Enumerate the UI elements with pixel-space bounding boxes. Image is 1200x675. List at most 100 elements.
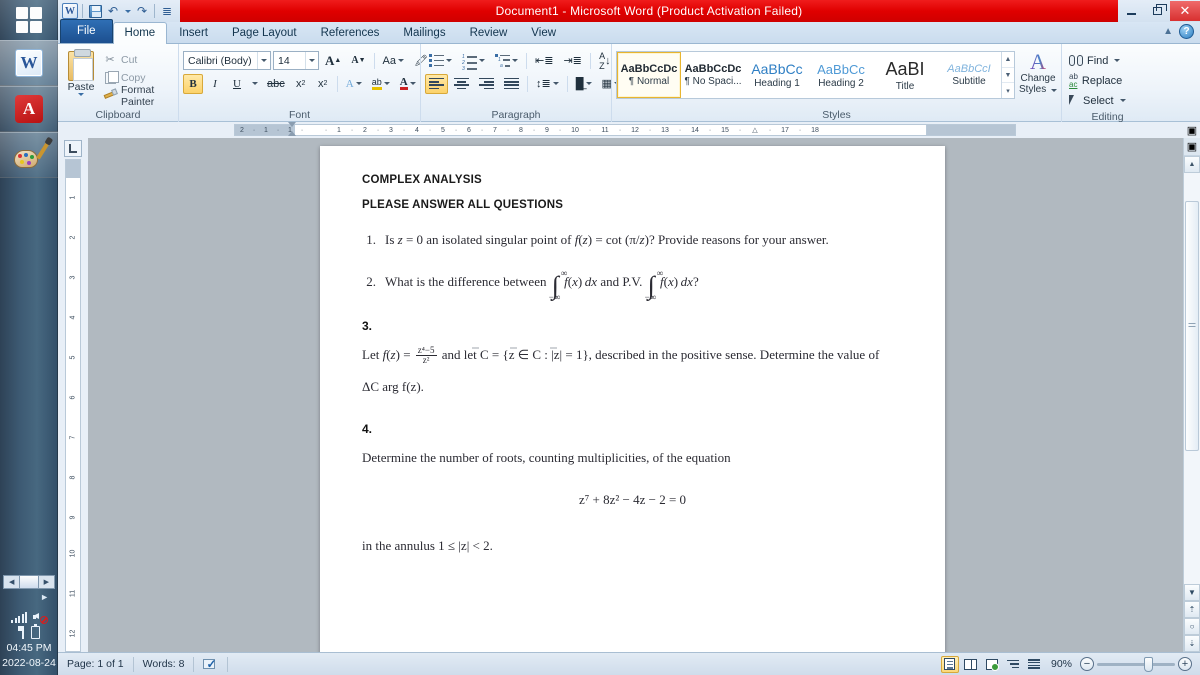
network-signal-icon[interactable] (11, 611, 27, 623)
zoom-slider[interactable] (1097, 656, 1175, 672)
tab-stop-selector[interactable] (64, 140, 82, 157)
tab-references[interactable]: References (309, 22, 392, 44)
tab-file[interactable]: File (60, 19, 113, 43)
increase-indent-button[interactable]: ⇥≣ (559, 51, 585, 71)
style-no-spacing[interactable]: AaBbCcDc ¶ No Spaci... (681, 52, 745, 98)
align-left-button[interactable] (425, 73, 448, 94)
view-outline-button[interactable] (1004, 656, 1022, 673)
font-size-combo[interactable]: 14 (273, 51, 319, 70)
tab-view[interactable]: View (519, 22, 568, 44)
styles-more-icon[interactable]: ▾ (1002, 83, 1014, 98)
undo-button[interactable]: ↶ (105, 3, 121, 19)
underline-dropdown[interactable] (249, 74, 261, 94)
shading-button[interactable]: █̲ (572, 74, 596, 94)
tab-insert[interactable]: Insert (167, 22, 220, 44)
customize-quick-access-button[interactable]: ≣ (159, 3, 175, 19)
line-spacing-button[interactable]: ↕≣ (532, 74, 563, 94)
change-styles-button[interactable]: A Change Styles (1019, 51, 1058, 95)
chevron-down-icon[interactable] (305, 52, 318, 69)
multilevel-list-button[interactable]: 1a (491, 51, 522, 71)
taskbar-scroll-thumb[interactable] (19, 576, 39, 588)
italic-button[interactable]: I (205, 74, 225, 94)
previous-page-button[interactable]: ⇡ (1184, 601, 1200, 618)
find-button[interactable]: Find (1066, 51, 1123, 70)
text-effects-button[interactable]: A (342, 74, 366, 94)
document-page[interactable]: COMPLEX ANALYSIS PLEASE ANSWER ALL QUEST… (320, 146, 945, 652)
zoom-level[interactable]: 90% (1046, 658, 1077, 670)
volume-muted-icon[interactable] (33, 610, 48, 624)
shrink-font-button[interactable]: A ▼ (347, 51, 369, 71)
taskbar-scroll-left[interactable]: ◀ (4, 576, 19, 588)
grow-font-button[interactable]: A ▲ (321, 51, 345, 71)
styles-gallery[interactable]: AaBbCcDc ¶ Normal AaBbCcDc ¶ No Spaci...… (616, 51, 1015, 99)
style-normal[interactable]: AaBbCcDc ¶ Normal (617, 52, 681, 98)
word-app-icon[interactable]: W (62, 3, 78, 19)
taskbar-clock[interactable]: 04:45 PM 2022-08-24 (0, 641, 58, 675)
status-words[interactable]: Words: 8 (134, 653, 194, 675)
view-full-screen-reading-button[interactable] (962, 656, 980, 673)
document-scroll-region[interactable]: COMPLEX ANALYSIS PLEASE ANSWER ALL QUEST… (88, 138, 1183, 652)
tab-review[interactable]: Review (458, 22, 520, 44)
bold-button[interactable]: B (183, 73, 203, 94)
style-subtitle[interactable]: AaBbCcI Subtitle (937, 52, 1001, 98)
superscript-button[interactable]: x2 (313, 74, 333, 94)
decrease-indent-button[interactable]: ⇤≣ (531, 51, 557, 71)
scroll-up-button[interactable]: ▲ (1184, 156, 1200, 173)
taskbar-item-word[interactable]: W (0, 40, 58, 86)
zoom-slider-thumb[interactable] (1144, 656, 1153, 672)
align-right-button[interactable] (475, 74, 498, 94)
redo-button[interactable]: ↷ (134, 3, 150, 19)
change-case-button[interactable]: Aa (379, 51, 408, 71)
taskbar-scroll-right[interactable]: ▶ (39, 576, 54, 588)
highlight-button[interactable]: ab (368, 74, 394, 94)
format-painter-button[interactable]: Format Painter (100, 84, 174, 108)
numbering-button[interactable]: 123 (458, 51, 489, 72)
style-heading-1[interactable]: AaBbCс Heading 1 (745, 52, 809, 98)
document-text[interactable]: COMPLEX ANALYSIS PLEASE ANSWER ALL QUEST… (320, 146, 945, 554)
status-proofing-button[interactable]: ✓ (194, 653, 227, 675)
status-page[interactable]: Page: 1 of 1 (58, 653, 133, 675)
view-print-layout-button[interactable] (940, 655, 959, 673)
help-icon[interactable]: ? (1179, 24, 1194, 39)
view-web-layout-button[interactable] (983, 656, 1001, 673)
document-vertical-scrollbar[interactable]: ▣ ▲ ▼ ⇡ ○ ⇣ (1183, 138, 1200, 652)
save-button[interactable] (87, 3, 103, 19)
restore-button[interactable] (1144, 1, 1170, 21)
justify-button[interactable] (500, 74, 523, 94)
cut-button[interactable]: ✂ Cut (100, 51, 174, 68)
zoom-in-button[interactable]: + (1178, 657, 1192, 671)
start-button[interactable] (0, 0, 58, 40)
strikethrough-button[interactable]: abc (263, 74, 289, 94)
minimize-ribbon-icon[interactable]: ▲ (1163, 26, 1173, 37)
styles-scroll-down-icon[interactable]: ▼ (1002, 68, 1014, 84)
styles-scroll-up-icon[interactable]: ▲ (1002, 52, 1014, 68)
undo-dropdown-button[interactable] (123, 3, 132, 19)
subscript-button[interactable]: x2 (291, 74, 311, 94)
style-title[interactable]: AaBІ Title (873, 52, 937, 98)
underline-button[interactable]: U (227, 74, 247, 94)
ruler-toggle-button[interactable]: ▣ (1184, 122, 1200, 138)
taskbar-scroll[interactable]: ◀ ▶ (3, 575, 55, 589)
action-center-flag-icon[interactable] (18, 625, 28, 639)
select-browse-object-top-icon[interactable]: ▣ (1184, 138, 1200, 156)
first-line-indent-marker[interactable] (288, 122, 297, 136)
select-browse-object-button[interactable]: ○ (1184, 618, 1200, 635)
styles-gallery-scroll[interactable]: ▲ ▼ ▾ (1001, 52, 1014, 98)
horizontal-ruler[interactable]: 2 1 1 1 2 3 4 5 6 (88, 122, 1184, 138)
chevron-down-icon[interactable] (257, 52, 270, 69)
tab-page-layout[interactable]: Page Layout (220, 22, 309, 44)
scrollbar-thumb[interactable] (1185, 201, 1199, 451)
font-name-combo[interactable]: Calibri (Body) (183, 51, 271, 70)
paste-button[interactable]: Paste (62, 49, 100, 96)
font-color-button[interactable]: A (396, 74, 420, 94)
view-draft-button[interactable] (1025, 656, 1043, 673)
style-heading-2[interactable]: AaBbCc Heading 2 (809, 52, 873, 98)
select-button[interactable]: Select (1066, 91, 1129, 110)
tab-mailings[interactable]: Mailings (391, 22, 457, 44)
show-hidden-icons-button[interactable]: ► (0, 591, 58, 603)
replace-button[interactable]: ab ac Replace (1066, 71, 1125, 90)
scroll-down-button[interactable]: ▼ (1184, 584, 1200, 601)
vertical-ruler[interactable]: 1 2 3 4 5 6 7 8 9 10 11 12 x (65, 159, 81, 652)
scrollbar-track[interactable] (1184, 173, 1200, 584)
bullets-button[interactable] (425, 51, 456, 71)
